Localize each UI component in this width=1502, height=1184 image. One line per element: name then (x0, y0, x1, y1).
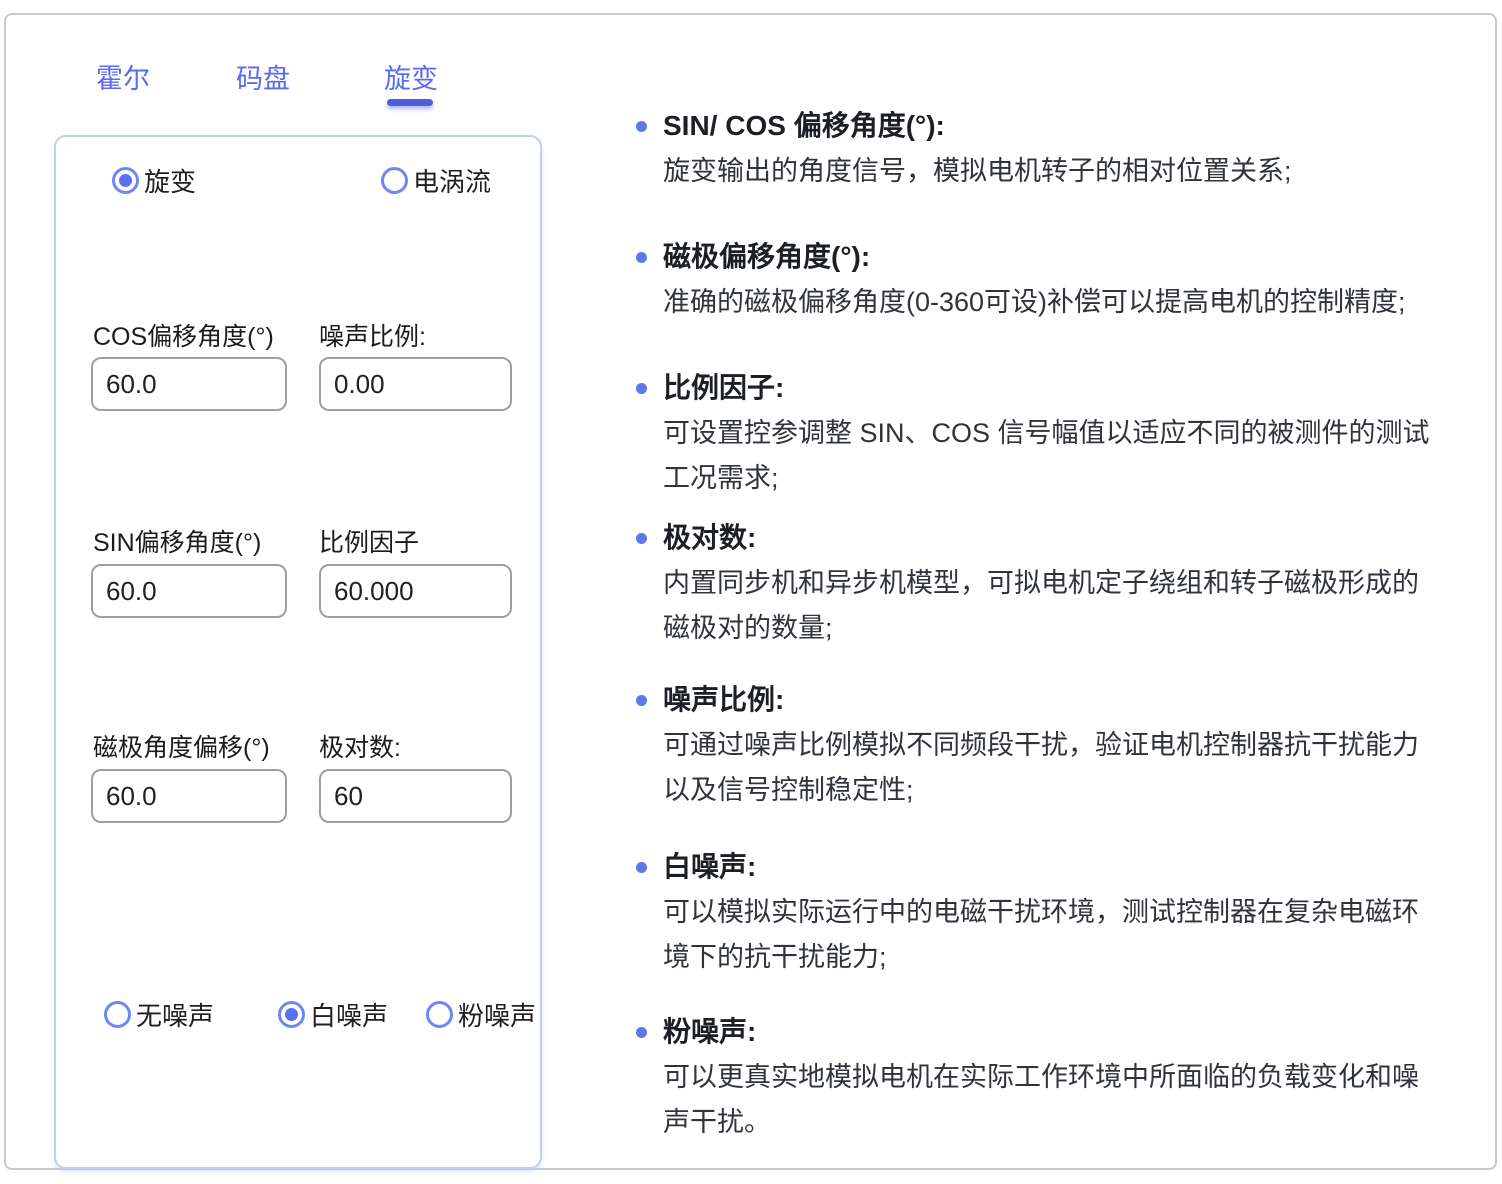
radio-pink-noise[interactable]: 粉噪声 (426, 999, 536, 1029)
radio-eddy-current[interactable]: 电涡流 (381, 165, 491, 195)
desc-title: 磁极偏移角度(°): (663, 237, 1486, 277)
desc-body: 可以模拟实际运行中的电磁干扰环境，测试控制器在复杂电磁环 境下的抗干扰能力; (663, 890, 1486, 980)
desc-scale-factor: 比例因子: 可设置控参调整 SIN、COS 信号幅值以适应不同的被测件的测试 工… (636, 368, 1486, 501)
bullet-icon (636, 1027, 647, 1038)
desc-body: 可设置控参调整 SIN、COS 信号幅值以适应不同的被测件的测试 工况需求; (663, 411, 1486, 501)
radio-white-noise-circle[interactable] (278, 1001, 305, 1028)
scale-factor-label: 比例因子 (319, 523, 419, 559)
noise-ratio-label: 噪声比例: (319, 317, 426, 353)
desc-pink-noise: 粉噪声: 可以更真实地模拟电机在实际工作环境中所面临的负载变化和噪 声干扰。 (636, 1012, 1486, 1145)
bullet-icon (636, 383, 647, 394)
desc-body: 可通过噪声比例模拟不同频段干扰，验证电机控制器抗干扰能力 以及信号控制稳定性; (663, 723, 1486, 813)
sin-offset-input[interactable] (91, 564, 287, 618)
bullet-icon (636, 695, 647, 706)
cos-offset-label: COS偏移角度(°) (93, 317, 274, 353)
desc-noise-ratio: 噪声比例: 可通过噪声比例模拟不同频段干扰，验证电机控制器抗干扰能力 以及信号控… (636, 680, 1486, 813)
radio-resolver-label: 旋变 (144, 162, 196, 199)
radio-white-noise[interactable]: 白噪声 (278, 999, 388, 1029)
pole-angle-offset-input[interactable] (91, 769, 287, 823)
desc-title: SIN/ COS 偏移角度(°): (663, 106, 1486, 146)
pole-pairs-input[interactable] (319, 769, 512, 823)
tab-hall[interactable]: 霍尔 (96, 57, 150, 96)
radio-eddy-current-circle[interactable] (381, 167, 408, 194)
radio-pink-noise-circle[interactable] (426, 1001, 453, 1028)
noise-ratio-input[interactable] (319, 357, 512, 411)
bullet-icon (636, 862, 647, 873)
desc-body: 可以更真实地模拟电机在实际工作环境中所面临的负载变化和噪 声干扰。 (663, 1055, 1486, 1145)
desc-title: 极对数: (663, 518, 1486, 558)
radio-no-noise[interactable]: 无噪声 (104, 999, 214, 1029)
radio-pink-noise-label: 粉噪声 (458, 996, 536, 1033)
tab-encoder[interactable]: 码盘 (236, 57, 290, 96)
desc-body: 旋变输出的角度信号，模拟电机转子的相对位置关系; (663, 149, 1486, 194)
pole-pairs-label: 极对数: (319, 728, 401, 764)
desc-title: 白噪声: (663, 847, 1486, 887)
desc-body: 内置同步机和异步机模型，可拟电机定子绕组和转子磁极形成的 磁极对的数量; (663, 561, 1486, 651)
tab-resolver[interactable]: 旋变 (384, 57, 438, 96)
bullet-icon (636, 252, 647, 263)
radio-white-noise-label: 白噪声 (310, 996, 388, 1033)
desc-sin-cos-offset: SIN/ COS 偏移角度(°): 旋变输出的角度信号，模拟电机转子的相对位置关… (636, 106, 1486, 194)
resolver-settings-panel: 旋变 电涡流 COS偏移角度(°) 噪声比例: SIN偏移角度(°) 比例因子 … (54, 135, 542, 1169)
desc-pole-pairs: 极对数: 内置同步机和异步机模型，可拟电机定子绕组和转子磁极形成的 磁极对的数量… (636, 518, 1486, 651)
bullet-icon (636, 533, 647, 544)
radio-resolver[interactable]: 旋变 (112, 165, 196, 195)
bullet-icon (636, 121, 647, 132)
radio-no-noise-label: 无噪声 (136, 996, 214, 1033)
desc-pole-offset: 磁极偏移角度(°): 准确的磁极偏移角度(0-360可设)补偿可以提高电机的控制… (636, 237, 1486, 325)
desc-white-noise: 白噪声: 可以模拟实际运行中的电磁干扰环境，测试控制器在复杂电磁环 境下的抗干扰… (636, 847, 1486, 980)
cos-offset-input[interactable] (91, 357, 287, 411)
sin-offset-label: SIN偏移角度(°) (93, 523, 261, 559)
radio-no-noise-circle[interactable] (104, 1001, 131, 1028)
active-tab-indicator (387, 99, 433, 106)
desc-body: 准确的磁极偏移角度(0-360可设)补偿可以提高电机的控制精度; (663, 280, 1486, 325)
desc-title: 比例因子: (663, 368, 1486, 408)
scale-factor-input[interactable] (319, 564, 512, 618)
pole-angle-offset-label: 磁极角度偏移(°) (93, 728, 270, 764)
radio-resolver-circle[interactable] (112, 167, 139, 194)
desc-title: 噪声比例: (663, 680, 1486, 720)
app-window: 霍尔 码盘 旋变 旋变 电涡流 COS偏移角度(°) 噪声比例: SIN偏移角度… (4, 13, 1497, 1170)
radio-eddy-current-label: 电涡流 (413, 162, 491, 199)
desc-title: 粉噪声: (663, 1012, 1486, 1052)
